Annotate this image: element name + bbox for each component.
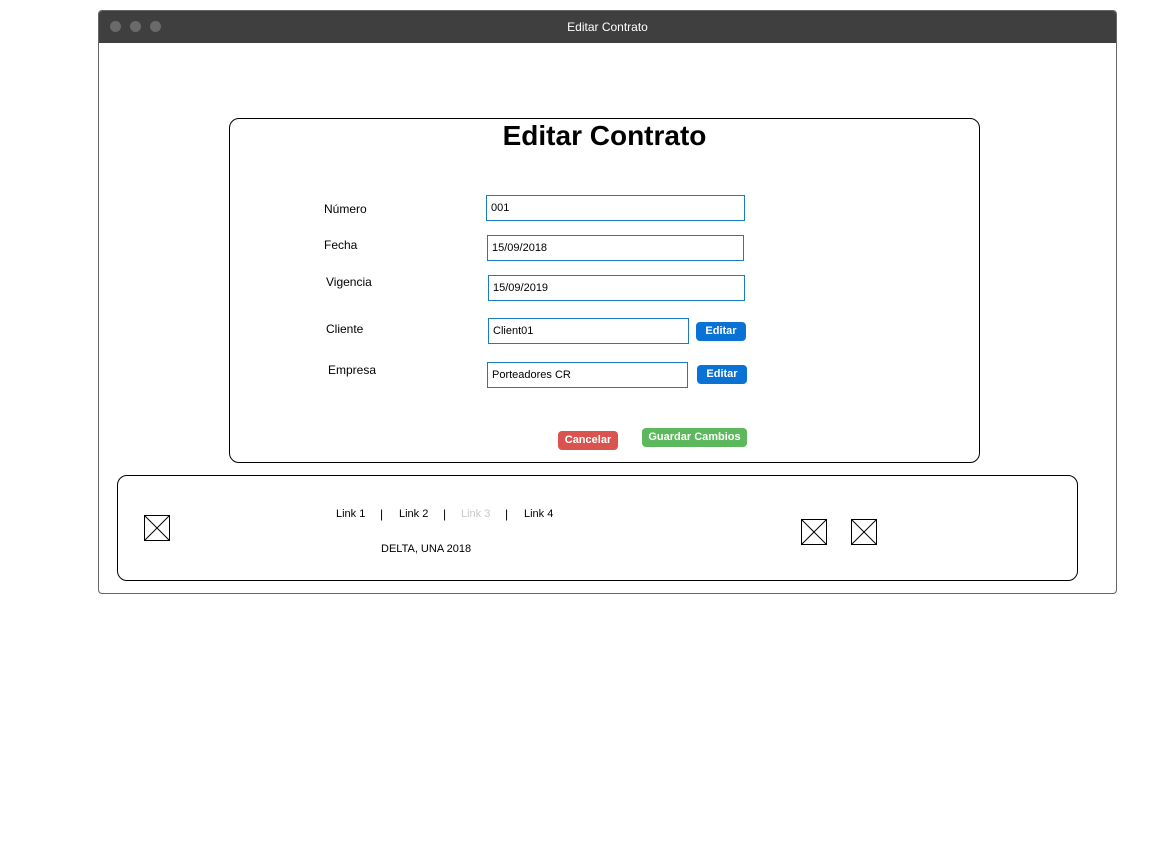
page-title: Editar Contrato (502, 120, 707, 151)
footer-separator: | (505, 507, 509, 521)
empresa-input[interactable]: Porteadores CR (487, 362, 688, 388)
fecha-label: Fecha (324, 238, 358, 252)
fecha-input[interactable]: 15/09/2018 (487, 235, 744, 261)
footer-separator: | (443, 507, 447, 521)
footer-separator: | (380, 507, 384, 521)
copyright-text: DELTA, UNA 2018 (381, 543, 472, 555)
cancel-button[interactable]: Cancelar (558, 431, 618, 450)
footer-link-2[interactable]: Link 2 (399, 508, 428, 520)
social-image-placeholder[interactable] (851, 519, 877, 545)
footer-link-4[interactable]: Link 4 (524, 508, 553, 520)
window-title: Editar Contrato (567, 20, 648, 34)
title-bar: Editar Contrato (99, 11, 1116, 43)
vigencia-label: Vigencia (326, 275, 372, 289)
social-image-placeholder[interactable] (801, 519, 827, 545)
footer-link-3-disabled: Link 3 (461, 508, 491, 520)
footer (117, 475, 1078, 581)
cliente-input[interactable]: Client01 (488, 318, 689, 344)
footer-link-1[interactable]: Link 1 (336, 508, 365, 520)
numero-input[interactable]: 001 (486, 195, 745, 221)
cliente-label: Cliente (326, 322, 364, 336)
logo-image-placeholder (144, 515, 170, 541)
save-changes-button[interactable]: Guardar Cambios (642, 428, 747, 447)
numero-label: Número (324, 202, 367, 216)
edit-cliente-button[interactable]: Editar (696, 322, 746, 341)
vigencia-input[interactable]: 15/09/2019 (488, 275, 745, 301)
edit-empresa-button[interactable]: Editar (697, 365, 747, 384)
empresa-label: Empresa (328, 363, 377, 377)
